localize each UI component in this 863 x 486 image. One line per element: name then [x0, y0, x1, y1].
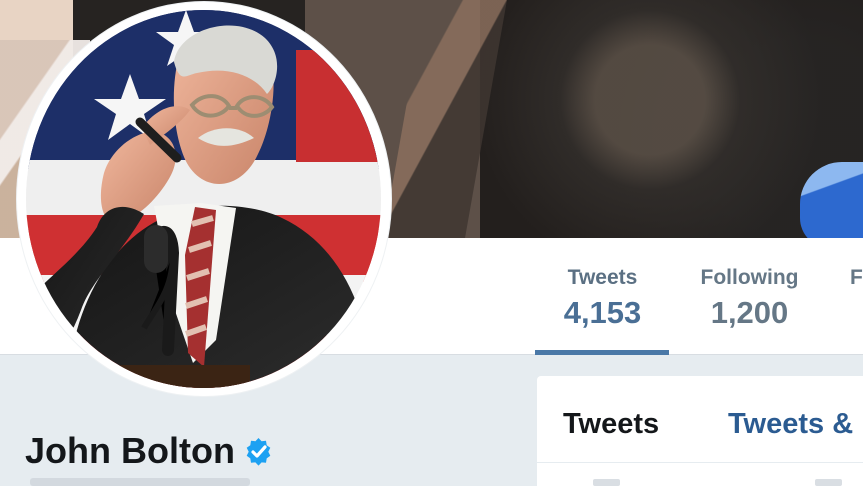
profile-photo	[26, 10, 381, 388]
following-stat-label: Following	[700, 266, 799, 289]
cropped-handle-text-peek	[30, 478, 250, 486]
twitter-profile-page: Tweets 4,153 Following 1,200 F Tweets Tw…	[0, 0, 863, 486]
header-blue-object	[800, 162, 863, 238]
timeline-tabs-divider	[537, 462, 863, 463]
tweets-stat[interactable]: Tweets 4,153	[554, 264, 651, 331]
following-stat[interactable]: Following 1,200	[692, 264, 807, 331]
followers-stat-label: F	[850, 266, 863, 289]
tab-tweets[interactable]: Tweets	[563, 405, 659, 443]
tab-tweets-and-replies[interactable]: Tweets &	[728, 405, 853, 443]
profile-photo-illustration	[26, 10, 381, 388]
cropped-timeline-text-peek-left	[593, 479, 620, 486]
tweets-stat-label: Tweets	[567, 266, 638, 289]
cropped-timeline-text-peek-right	[815, 479, 842, 486]
verified-check-icon	[246, 438, 271, 466]
following-stat-value: 1,200	[710, 295, 789, 330]
avatar[interactable]	[17, 2, 391, 396]
profile-name: John Bolton	[25, 430, 235, 471]
followers-stat-cut-off[interactable]: F	[850, 264, 863, 292]
tweets-stat-value: 4,153	[563, 295, 642, 330]
tweets-stat-active-underline	[535, 350, 669, 355]
